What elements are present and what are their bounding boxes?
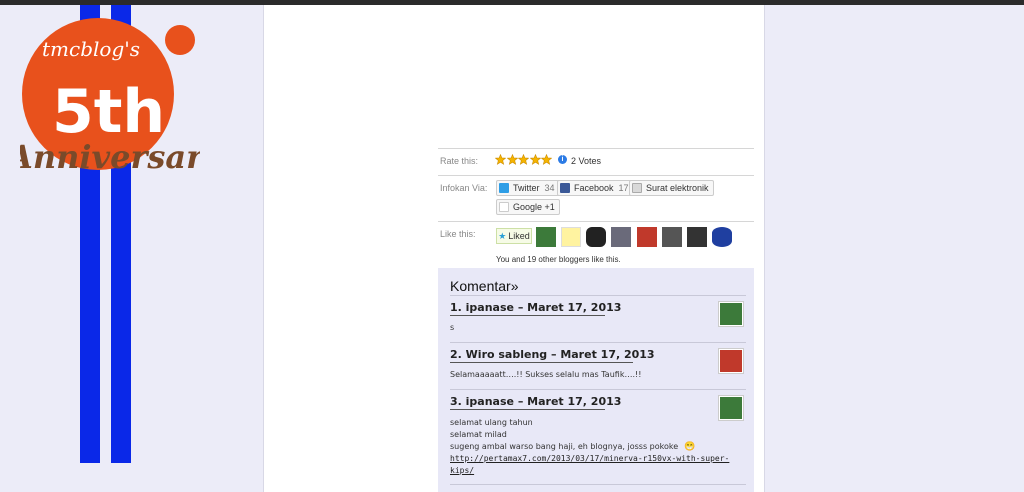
liker-avatar[interactable] <box>637 227 657 247</box>
comment-text: sugeng ambal warso bang haji, eh blognya… <box>450 442 679 451</box>
like-label: Like this: <box>440 229 476 239</box>
liker-avatar[interactable] <box>712 227 732 247</box>
star-icon: ★ <box>498 230 507 241</box>
liker-avatar[interactable] <box>586 227 606 247</box>
heading-underline <box>450 409 605 410</box>
share-google-label: Google +1 <box>513 202 555 212</box>
badge-subtitle: Anniversary <box>20 138 200 176</box>
share-label: Infokan Via: <box>440 183 488 193</box>
share-email-button[interactable]: Surat elektronik <box>629 180 714 196</box>
avatar[interactable] <box>718 348 744 374</box>
star-icon[interactable] <box>518 154 529 165</box>
comment-text: selamat ulang tahun <box>450 418 533 427</box>
liker-avatar[interactable] <box>611 227 631 247</box>
divider <box>438 175 754 176</box>
liker-avatar[interactable] <box>536 227 556 247</box>
badge-number: 5th <box>52 77 165 147</box>
share-twitter-button[interactable]: Twitter 34 <box>496 180 560 196</box>
heading-underline <box>450 362 633 363</box>
share-twitter-label: Twitter <box>513 183 540 193</box>
divider <box>438 148 754 149</box>
share-facebook-count: 17 <box>618 183 629 193</box>
rate-label: Rate this: <box>440 156 479 166</box>
twitter-icon <box>499 183 509 193</box>
share-twitter-count: 34 <box>544 183 555 193</box>
avatar[interactable] <box>718 395 744 421</box>
comment-heading[interactable]: 2. Wiro sableng – Maret 17, 2013 <box>450 348 655 361</box>
star-icon[interactable] <box>495 154 506 165</box>
liker-avatar[interactable] <box>561 227 581 247</box>
divider <box>450 389 746 390</box>
divider <box>438 221 754 222</box>
divider <box>450 342 746 343</box>
google-plus-icon <box>499 202 509 212</box>
rating-stars[interactable] <box>495 154 553 165</box>
comments-section: Komentar» 1. ipanase – Maret 17, 2013 s … <box>438 268 754 492</box>
liker-avatar[interactable] <box>687 227 707 247</box>
avatar[interactable] <box>718 301 744 327</box>
liked-label: Liked <box>508 231 530 241</box>
smiley-icon: 😁 <box>684 441 696 451</box>
votes-count: 2 Votes <box>571 156 602 166</box>
info-icon[interactable]: i <box>558 155 567 164</box>
comment-text: Selamaaaaatt….!! Sukses selalu mas Taufi… <box>450 370 642 379</box>
liked-button[interactable]: ★ Liked <box>496 228 532 244</box>
liker-avatar[interactable] <box>662 227 682 247</box>
comment-text: selamat milad <box>450 430 507 439</box>
comment-text: s <box>450 323 455 332</box>
heading-underline <box>450 315 605 316</box>
facebook-icon <box>560 183 570 193</box>
star-icon[interactable] <box>506 154 518 165</box>
share-facebook-label: Facebook <box>574 183 614 193</box>
share-google-button[interactable]: Google +1 <box>496 199 560 215</box>
anniversary-badge-logo: tmcblog's 5th Anniversary <box>20 18 200 176</box>
comment-heading[interactable]: 1. ipanase – Maret 17, 2013 <box>450 301 621 314</box>
comments-title: Komentar» <box>450 278 519 294</box>
star-icon[interactable] <box>541 154 552 165</box>
star-icon[interactable] <box>529 154 541 165</box>
share-facebook-button[interactable]: Facebook 17 <box>557 180 634 196</box>
comment-link[interactable]: kips/ <box>450 466 474 475</box>
likes-summary: You and 19 other bloggers like this. <box>496 255 621 264</box>
divider <box>450 295 746 296</box>
email-icon <box>632 183 642 193</box>
right-background <box>765 5 1024 492</box>
comment-heading[interactable]: 3. ipanase – Maret 17, 2013 <box>450 395 621 408</box>
comment-link[interactable]: http://pertamax7.com/2013/03/17/minerva-… <box>450 454 729 463</box>
share-email-label: Surat elektronik <box>646 183 709 193</box>
badge-blog-name: tmcblog's <box>42 37 140 61</box>
divider <box>450 484 746 485</box>
